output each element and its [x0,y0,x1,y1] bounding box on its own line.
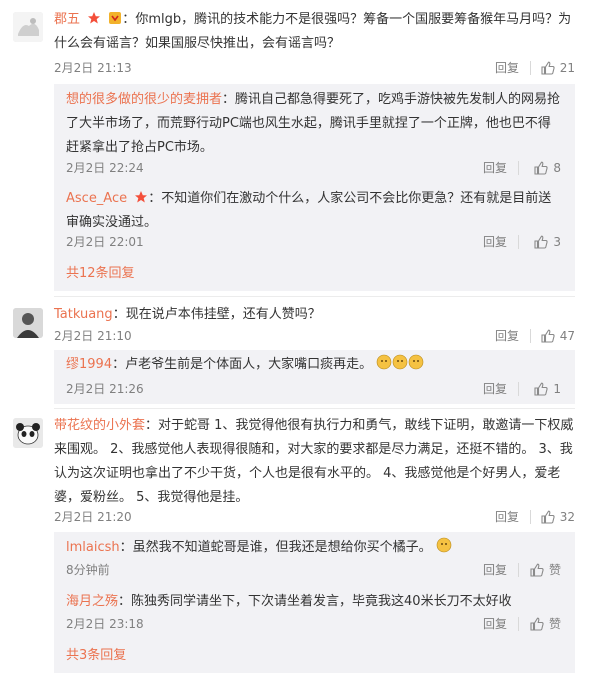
reply-text: Asce_Ace ：不知道你们在激动个什么，人家公司不会比你更急？还有就是目前送… [66,191,552,230]
thumb-up-icon [534,161,548,175]
reply-meta: 2月2日 23:18 回复 赞 [66,612,561,636]
comment-text: 带花纹的小外套：对于蛇哥 1、我觉得他很有执行力和勇气，敢线下证明，敢邀请一下权… [54,418,574,505]
divider [54,408,575,409]
username[interactable]: 郡五 [54,12,80,27]
reply-text: 海月之殇：陈独秀同学请坐下，下次请坐着发言，毕竟我这40米长刀不太好收 [66,594,512,609]
reply-meta: 2月2日 22:24 回复 8 [66,156,561,180]
reply-button[interactable]: 回复 [483,377,507,401]
reply-button[interactable]: 回复 [495,56,519,80]
timestamp: 2月2日 21:10 [54,329,132,343]
vip-badge-icon [109,12,122,24]
thumb-up-icon [541,61,555,75]
comment-meta: 2月2日 21:13 回复 21 [54,56,575,80]
reply-text: 想的很多做的很少的麦拥者：腾讯自己都急得要死了，吃鸡手游快被先发制人的网易抢了大… [66,92,561,155]
like-count: 21 [559,61,575,75]
like-button[interactable]: 32 [541,505,575,529]
thumb-up-icon [530,617,544,631]
reply-body: 卢老爷生前是个体面人，大家嘴口痰再走。 [125,357,373,372]
like-count: 赞 [548,617,561,631]
timestamp: 8分钟前 [66,563,110,577]
like-count: 8 [553,161,561,175]
username[interactable]: 缪1994 [66,357,112,372]
username[interactable]: 想的很多做的很少的麦拥者 [66,92,222,107]
comment-text: 郡五 ：你mlgb，腾讯的技术能力不是很强吗？筹备一个国服要筹备猴年马月吗？为什… [54,12,572,51]
thumb-up-icon [541,329,555,343]
like-count: 3 [553,235,561,249]
more-replies-link[interactable]: 共12条回复 [66,262,135,286]
divider [54,296,575,297]
divider [518,563,519,577]
like-button[interactable]: 赞 [530,558,561,582]
star-badge-icon [135,191,148,203]
comment-meta: 2月2日 21:20 回复 32 [54,505,575,529]
timestamp: 2月2日 21:13 [54,61,132,75]
divider [518,617,519,631]
like-count: 47 [559,329,575,343]
reply-list: lmlaicsh：虽然我不知道蛇哥是谁，但我还是想给你买个橘子。 8分钟前 回复… [54,532,575,673]
divider [518,161,519,175]
timestamp: 2月2日 21:26 [66,382,144,396]
divider [518,382,519,396]
comment-body: 现在说卢本伟挂壁，还有人赞吗？ [125,307,321,322]
reply-button[interactable]: 回复 [495,324,519,348]
username[interactable]: 带花纹的小外套 [54,418,145,433]
divider [530,61,531,75]
like-button[interactable]: 1 [534,377,561,401]
reply-button[interactable]: 回复 [483,558,507,582]
reply-meta: 2月2日 21:26 回复 1 [66,377,561,401]
like-count: 32 [559,510,575,524]
like-count: 1 [553,382,561,396]
username[interactable]: Asce_Ace [66,191,127,206]
reply-list: 想的很多做的很少的麦拥者：腾讯自己都急得要死了，吃鸡手游快被先发制人的网易抢了大… [54,84,575,291]
reply-list: 缪1994：卢老爷生前是个体面人，大家嘴口痰再走。 2月2日 21:26 回复 … [54,350,575,404]
like-button[interactable]: 21 [541,56,575,80]
timestamp: 2月2日 23:18 [66,617,144,631]
username[interactable]: lmlaicsh [66,540,120,555]
emoji-doge-icon [376,353,424,380]
avatar[interactable] [13,12,43,42]
like-button[interactable]: 3 [534,230,561,254]
timestamp: 2月2日 21:20 [54,510,132,524]
more-replies-link[interactable]: 共3条回复 [66,644,126,668]
like-count: 赞 [548,563,561,577]
divider [530,329,531,343]
reply-meta: 2月2日 22:01 回复 3 [66,230,561,254]
like-button[interactable]: 8 [534,156,561,180]
divider [530,510,531,524]
reply-button[interactable]: 回复 [483,612,507,636]
timestamp: 2月2日 22:01 [66,235,144,249]
avatar[interactable] [13,308,43,338]
reply-button[interactable]: 回复 [483,230,507,254]
avatar[interactable] [13,418,43,448]
username[interactable]: Tatkuang [54,307,113,322]
reply-button[interactable]: 回复 [495,505,519,529]
divider [518,235,519,249]
username[interactable]: 海月之殇 [66,594,118,609]
reply-button[interactable]: 回复 [483,156,507,180]
reply-body: 陈独秀同学请坐下，下次请坐着发言，毕竟我这40米长刀不太好收 [131,594,512,609]
reply-body: 虽然我不知道蛇哥是谁，但我还是想给你买个橘子。 [132,540,432,555]
thumb-up-icon [530,563,544,577]
reply-meta: 8分钟前 回复 赞 [66,558,561,582]
thumb-up-icon [534,235,548,249]
thumb-up-icon [541,510,555,524]
comment-meta: 2月2日 21:10 回复 47 [54,324,575,348]
like-button[interactable]: 赞 [530,612,561,636]
like-button[interactable]: 47 [541,324,575,348]
timestamp: 2月2日 22:24 [66,161,144,175]
reply-text: 缪1994：卢老爷生前是个体面人，大家嘴口痰再走。 [66,353,561,380]
thumb-up-icon [534,382,548,396]
star-badge-icon [88,12,101,24]
